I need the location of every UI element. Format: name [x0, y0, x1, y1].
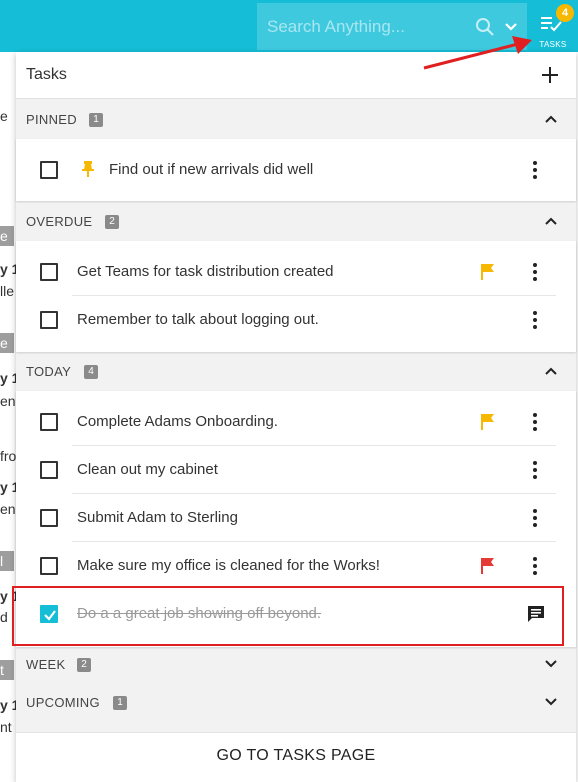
pin-icon: [82, 161, 94, 177]
background-chip: e: [0, 333, 14, 353]
task-row[interactable]: Remember to talk about logging out.: [16, 296, 576, 344]
section-title: OVERDUE: [26, 214, 93, 229]
task-checkbox[interactable]: [40, 263, 58, 281]
task-checkbox[interactable]: [40, 413, 58, 431]
task-row[interactable]: Make sure my office is cleaned for the W…: [16, 542, 576, 590]
pinned-task-card: Find out if new arrivals did well: [16, 139, 576, 201]
section-count-badge: 1: [89, 113, 103, 127]
background-chip: l: [0, 551, 14, 571]
tasks-panel: Tasks PINNED 1 Find out if new arrivals …: [16, 52, 576, 782]
overdue-task-card: Get Teams for task distribution created …: [16, 241, 576, 352]
chevron-up-icon[interactable]: [544, 112, 558, 126]
task-text: Find out if new arrivals did well: [109, 161, 314, 178]
more-vertical-icon[interactable]: [532, 556, 538, 576]
background-text: en: [0, 393, 16, 409]
section-count-badge: 2: [105, 215, 119, 229]
tasks-count-badge: 4: [556, 4, 574, 22]
background-text: en: [0, 501, 16, 517]
add-task-icon[interactable]: [541, 66, 559, 84]
section-count-badge: 2: [77, 658, 91, 672]
section-header-today[interactable]: TODAY 4: [16, 353, 576, 389]
chevron-down-icon[interactable]: [544, 657, 558, 671]
chevron-up-icon[interactable]: [544, 214, 558, 228]
background-text: d: [0, 609, 8, 625]
annotation-highlight-box: [12, 586, 564, 646]
task-text: Submit Adam to Sterling: [77, 509, 238, 526]
background-chip: e: [0, 226, 14, 246]
section-title: PINNED: [26, 112, 77, 127]
task-row[interactable]: Clean out my cabinet: [16, 446, 576, 494]
task-row[interactable]: Complete Adams Onboarding.: [16, 398, 576, 446]
task-text: Get Teams for task distribution created: [77, 263, 334, 280]
flag-icon[interactable]: [480, 263, 496, 281]
section-title: WEEK: [26, 657, 66, 672]
background-chip: t: [0, 660, 14, 680]
section-title: UPCOMING: [26, 695, 100, 710]
section-title: TODAY: [26, 364, 72, 379]
chevron-up-icon[interactable]: [544, 364, 558, 378]
flag-icon[interactable]: [480, 413, 496, 431]
more-vertical-icon[interactable]: [532, 310, 538, 330]
panel-title: Tasks: [26, 66, 67, 83]
task-text: Clean out my cabinet: [77, 461, 218, 478]
flag-icon[interactable]: [480, 557, 496, 575]
section-count-badge: 1: [113, 696, 127, 710]
task-row[interactable]: Find out if new arrivals did well: [16, 146, 576, 194]
task-row[interactable]: Get Teams for task distribution created: [16, 248, 576, 296]
task-text: Complete Adams Onboarding.: [77, 413, 278, 430]
task-checkbox[interactable]: [40, 557, 58, 575]
task-text: Remember to talk about logging out.: [77, 311, 319, 328]
background-text: e: [0, 108, 8, 124]
section-header-overdue[interactable]: OVERDUE 2: [16, 203, 576, 239]
more-vertical-icon[interactable]: [532, 262, 538, 282]
task-row[interactable]: Submit Adam to Sterling: [16, 494, 576, 542]
task-checkbox[interactable]: [40, 161, 58, 179]
section-header-pinned[interactable]: PINNED 1: [16, 101, 576, 137]
more-vertical-icon[interactable]: [532, 412, 538, 432]
section-header-week[interactable]: WEEK 2: [16, 646, 576, 682]
task-checkbox[interactable]: [40, 461, 58, 479]
background-text: lle: [0, 283, 15, 299]
more-vertical-icon[interactable]: [532, 460, 538, 480]
task-checkbox[interactable]: [40, 509, 58, 527]
background-text: fro: [0, 448, 17, 464]
task-checkbox[interactable]: [40, 311, 58, 329]
background-text: nt: [0, 719, 12, 735]
chevron-down-icon[interactable]: [544, 695, 558, 709]
panel-footer: GO TO TASKS PAGE: [16, 732, 576, 782]
section-header-upcoming[interactable]: UPCOMING 1: [16, 684, 576, 720]
section-count-badge: 4: [84, 365, 98, 379]
annotation-arrow: [423, 36, 532, 70]
more-vertical-icon[interactable]: [532, 160, 538, 180]
go-to-tasks-page-link[interactable]: GO TO TASKS PAGE: [16, 747, 576, 765]
more-vertical-icon[interactable]: [532, 508, 538, 528]
task-text: Make sure my office is cleaned for the W…: [77, 557, 380, 574]
